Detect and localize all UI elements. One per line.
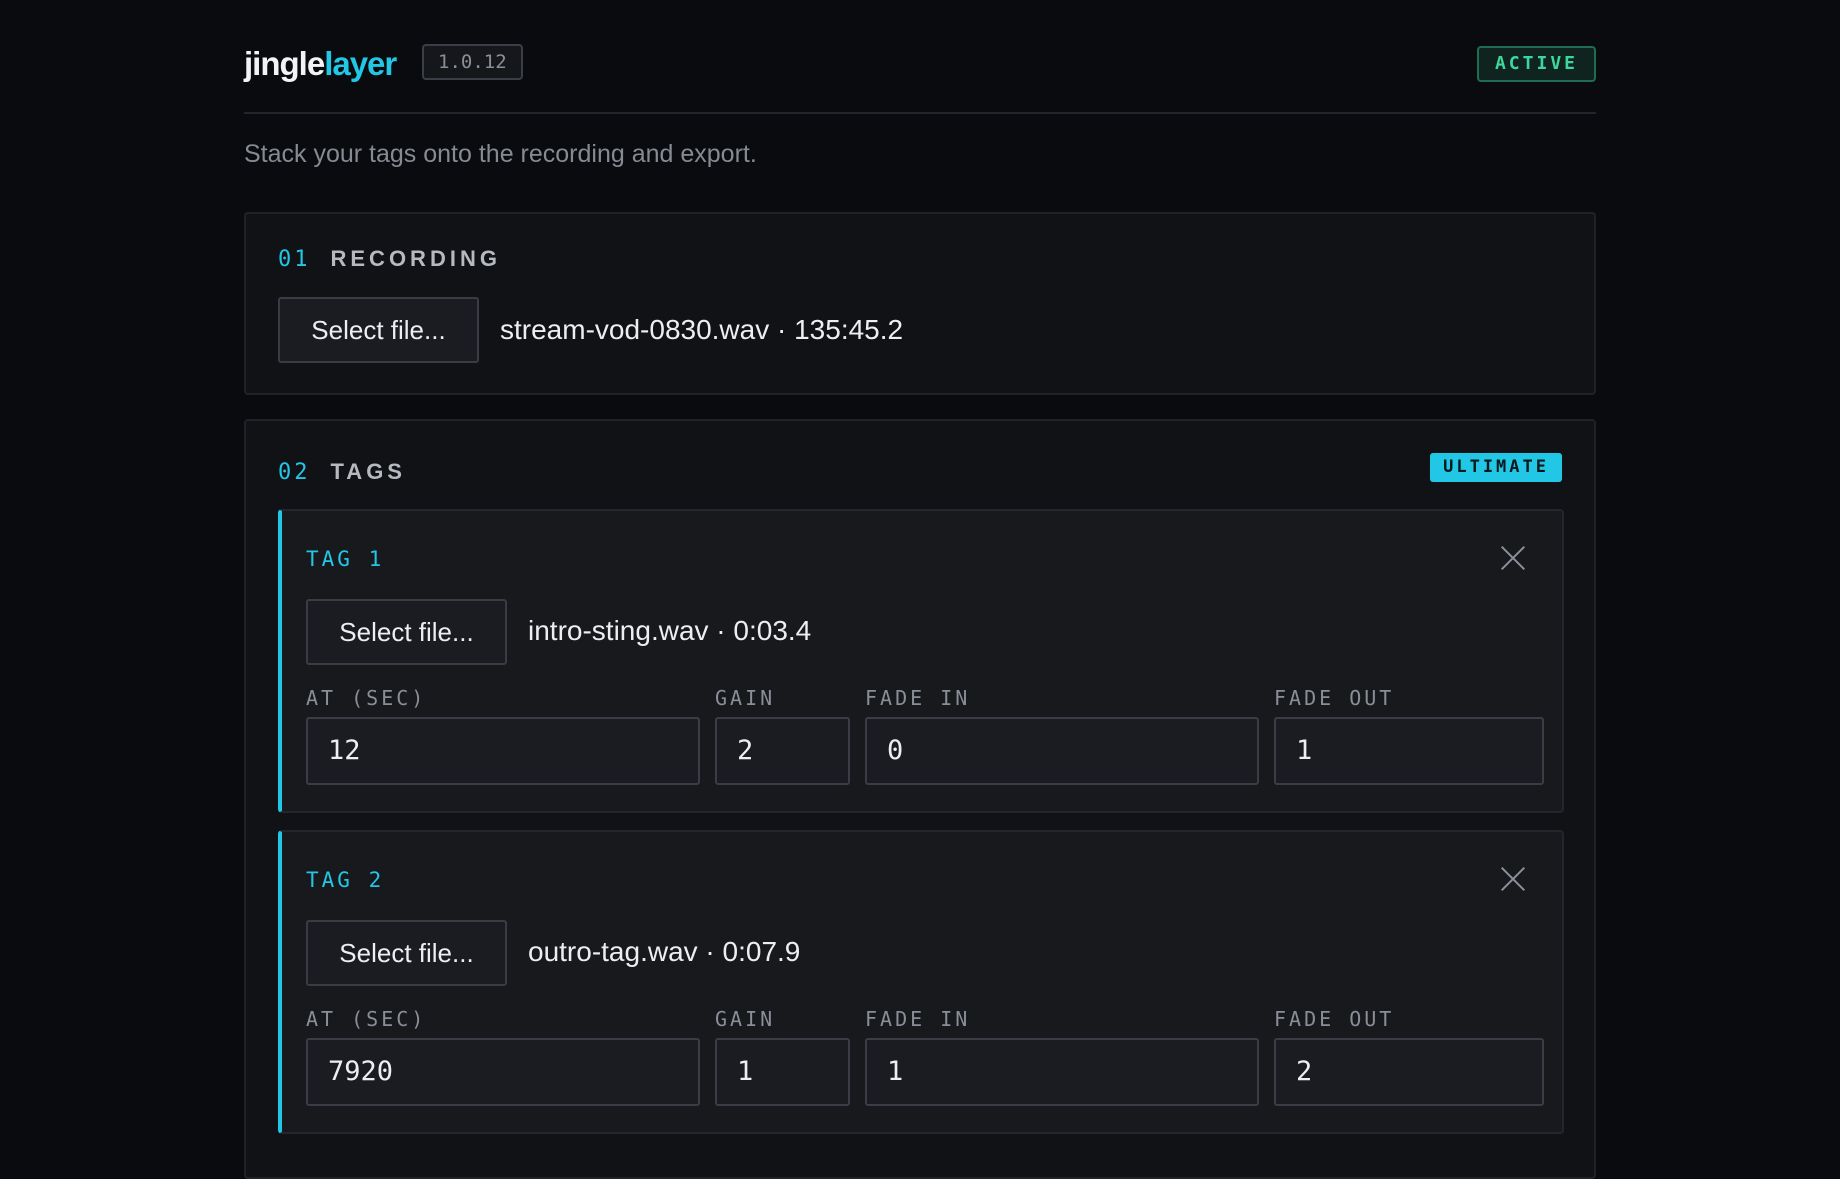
section-number: 01 [278, 247, 311, 272]
section-number: 02 [278, 460, 311, 485]
gain-input[interactable]: 1 [715, 1038, 850, 1106]
fade-out-input[interactable]: 2 [1274, 1038, 1544, 1106]
tag-card: TAG 2 Select file... outro-tag.wav · 0:0… [278, 830, 1564, 1134]
at-sec-label: AT (SEC) [306, 1007, 427, 1031]
at-sec-input[interactable]: 7920 [306, 1038, 700, 1106]
section-title: TAGS [330, 459, 406, 484]
status-badge: ACTIVE [1476, 46, 1596, 82]
gain-input[interactable]: 2 [715, 717, 850, 785]
recording-panel-title: 01 RECORDING [278, 244, 501, 275]
recording-panel: 01 RECORDING Select file... stream-vod-08… [244, 212, 1596, 395]
gain-label: GAIN [715, 686, 776, 710]
fade-in-label: FADE IN [865, 686, 971, 710]
fade-out-input[interactable]: 1 [1274, 717, 1544, 785]
fade-in-input[interactable]: 0 [865, 717, 1259, 785]
app-header: jinglelayer 1.0.12 ACTIVE [244, 38, 1596, 114]
at-sec-input[interactable]: 12 [306, 717, 700, 785]
plan-badge: ULTIMATE [1430, 453, 1562, 482]
section-title: RECORDING [330, 246, 501, 271]
recording-file-info: stream-vod-0830.wav · 135:45.2 [500, 314, 904, 345]
tag-file-info: intro-sting.wav · 0:03.4 [528, 615, 812, 646]
logo: jinglelayer [244, 44, 397, 84]
tag-select-file-button[interactable]: Select file... [306, 599, 507, 665]
tag-title: TAG 2 [306, 868, 385, 892]
tags-panel-title: 02 TAGS [278, 457, 406, 488]
fade-in-input[interactable]: 1 [865, 1038, 1259, 1106]
tagline: Stack your tags onto the recording and e… [244, 140, 757, 168]
tag-title: TAG 1 [306, 547, 385, 571]
fade-out-label: FADE OUT [1274, 686, 1395, 710]
tag-card: TAG 1 Select file... intro-sting.wav · 0… [278, 509, 1564, 813]
tag-file-info: outro-tag.wav · 0:07.9 [528, 936, 801, 967]
logo-text-layer: layer [324, 45, 397, 82]
fade-in-label: FADE IN [865, 1007, 971, 1031]
at-sec-label: AT (SEC) [306, 686, 427, 710]
fade-out-label: FADE OUT [1274, 1007, 1395, 1031]
close-icon[interactable] [1500, 866, 1526, 892]
tag-select-file-button[interactable]: Select file... [306, 920, 507, 986]
recording-select-file-button[interactable]: Select file... [278, 297, 479, 363]
tags-panel: 02 TAGS ULTIMATE TAG 1 Select file... int… [244, 419, 1596, 1179]
logo-text-jingle: jingle [244, 45, 325, 82]
close-icon[interactable] [1500, 545, 1526, 571]
gain-label: GAIN [715, 1007, 776, 1031]
version-badge: 1.0.12 [422, 44, 523, 80]
